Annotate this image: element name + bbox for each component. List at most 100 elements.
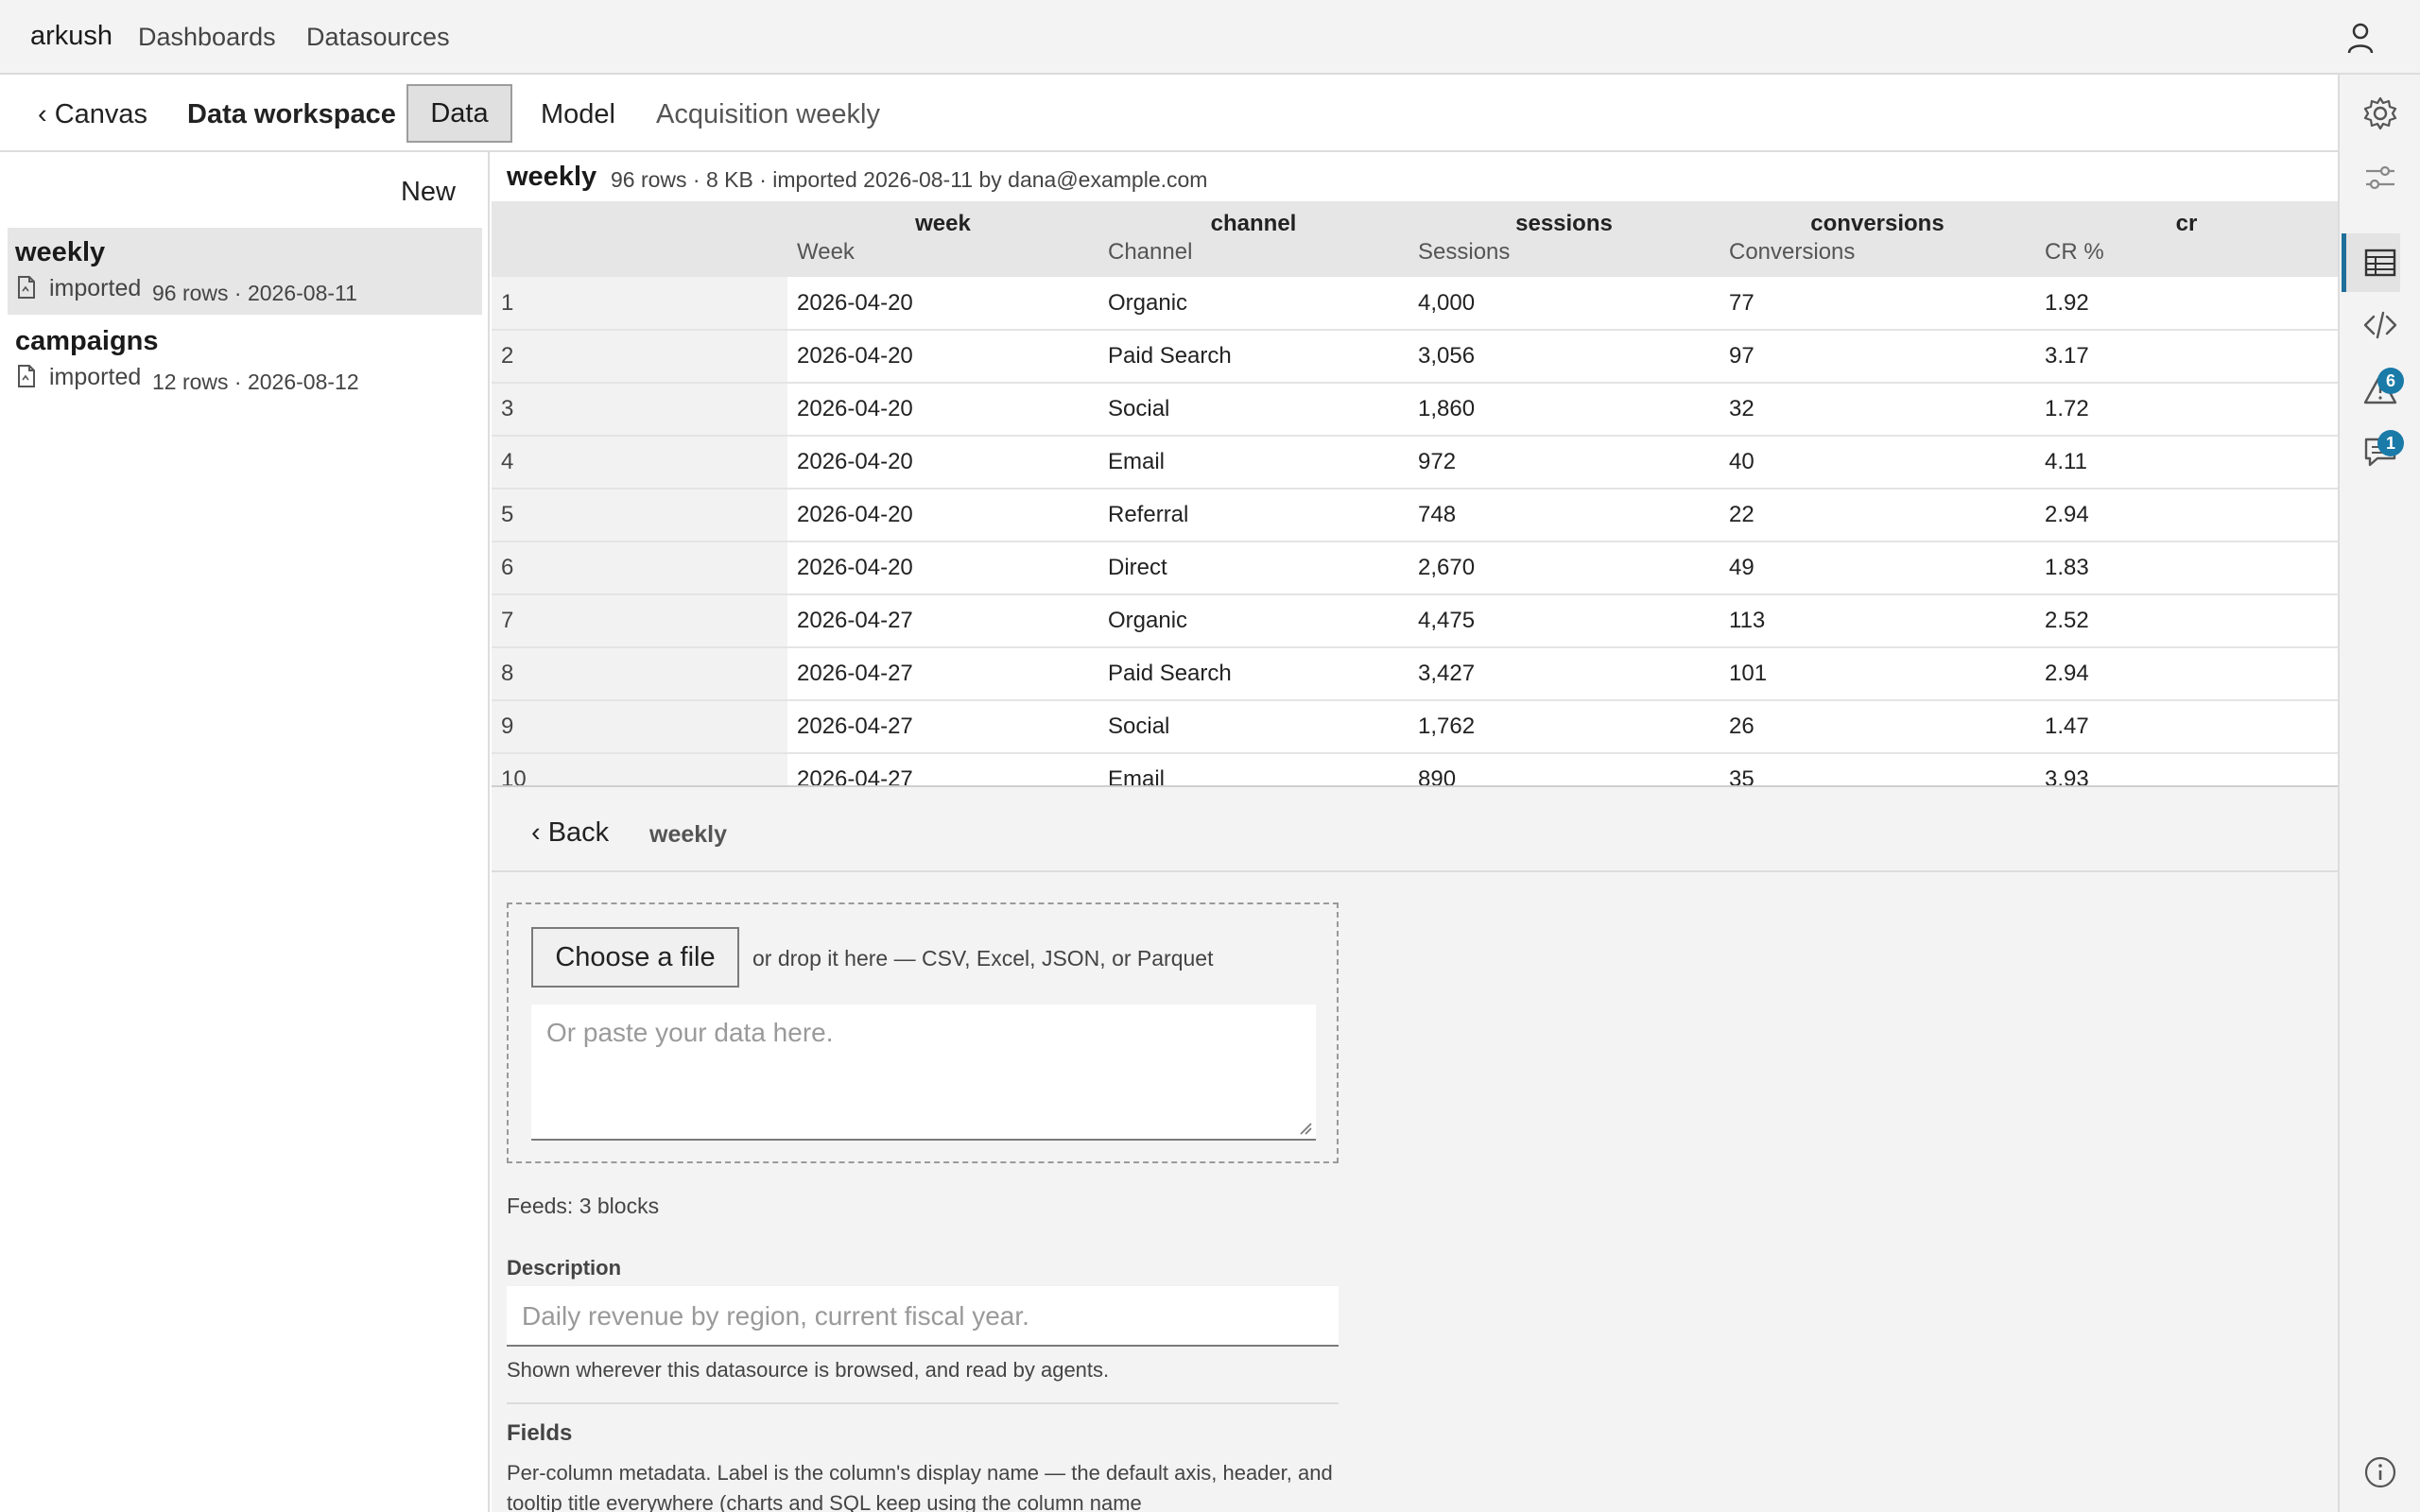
table-cell: 2026-04-27 <box>787 700 1098 754</box>
table-cell: 1.83 <box>2035 541 2338 595</box>
table-row[interactable]: 4 2026-04-20 Email 972 40 4.11 <box>492 436 2338 490</box>
table-cell: Direct <box>1098 541 1409 595</box>
row-number: 6 <box>492 541 787 595</box>
table-icon[interactable] <box>2362 245 2398 281</box>
column-header-conversions[interactable]: conversions Conversions <box>1720 201 2035 277</box>
data-table: week Week channel Channel sessions Sessions… <box>492 201 2338 785</box>
column-header-cr[interactable]: cr CR % <box>2035 201 2338 277</box>
column-header-sessions[interactable]: sessions Sessions <box>1409 201 1720 277</box>
table-cell: 77 <box>1720 277 2035 331</box>
gear-icon[interactable] <box>2362 95 2398 131</box>
table-cell: 2.94 <box>2035 647 2338 701</box>
file-icon <box>17 364 36 388</box>
table-cell: 4,000 <box>1409 277 1720 331</box>
datasource-meta: 96 rows · 2026-08-11 <box>152 281 357 305</box>
table-cell: Social <box>1098 700 1409 754</box>
divider <box>507 1402 1339 1404</box>
warning-count-badge: 6 <box>2377 368 2404 394</box>
info-icon[interactable] <box>2362 1454 2398 1490</box>
table-cell: 2026-04-20 <box>787 436 1098 490</box>
table-cell: 4,475 <box>1409 594 1720 648</box>
datasource-name: campaigns <box>15 326 159 356</box>
table-cell: 113 <box>1720 594 2035 648</box>
table-cell: Social <box>1098 383 1409 437</box>
comment-count-badge: 1 <box>2377 430 2404 456</box>
description-input[interactable]: Daily revenue by region, current fiscal … <box>507 1286 1339 1347</box>
breadcrumb-context: Acquisition weekly <box>656 99 880 129</box>
table-cell: Email <box>1098 436 1409 490</box>
table-cell: 2.94 <box>2035 489 2338 542</box>
row-number: 1 <box>492 277 787 331</box>
nav-datasources[interactable]: Datasources <box>306 23 450 52</box>
row-number: 2 <box>492 330 787 384</box>
canvas-back-link[interactable]: ‹ Canvas <box>38 99 147 130</box>
file-dropzone[interactable]: Choose a file or drop it here — CSV, Exc… <box>507 902 1339 1163</box>
table-cell: 49 <box>1720 541 2035 595</box>
table-row[interactable]: 1 2026-04-20 Organic 4,000 77 1.92 <box>492 277 2338 331</box>
choose-file-button[interactable]: Choose a file <box>531 927 739 988</box>
table-cell: 3.17 <box>2035 330 2338 384</box>
datasource-item-campaigns[interactable]: campaigns imported 12 rows · 2026-08-12 <box>8 317 482 404</box>
table-row[interactable]: 10 2026-04-27 Email 890 35 3.93 <box>492 753 2338 785</box>
table-cell: 3,056 <box>1409 330 1720 384</box>
file-icon <box>17 275 36 300</box>
feeds-count: Feeds: 3 blocks <box>507 1194 660 1218</box>
table-cell: Email <box>1098 753 1409 785</box>
table-row[interactable]: 7 2026-04-27 Organic 4,475 113 2.52 <box>492 594 2338 648</box>
new-datasource-button[interactable]: New <box>401 177 456 208</box>
table-cell: 101 <box>1720 647 2035 701</box>
table-header-row: week Week channel Channel sessions Sessions… <box>492 201 2338 277</box>
table-row[interactable]: 2 2026-04-20 Paid Search 3,056 97 3.17 <box>492 330 2338 384</box>
editor-header: ‹ Back weekly <box>492 787 2338 872</box>
table-row[interactable]: 6 2026-04-20 Direct 2,670 49 1.83 <box>492 541 2338 595</box>
table-cell: 2.52 <box>2035 594 2338 648</box>
code-icon[interactable] <box>2362 307 2398 343</box>
datasource-status: imported <box>49 364 142 390</box>
table-cell: 22 <box>1720 489 2035 542</box>
datasource-sidebar: New weekly imported 96 rows · 2026-08-11… <box>0 152 490 1512</box>
dropzone-hint: or drop it here — CSV, Excel, JSON, or P… <box>752 946 1214 971</box>
table-cell: 32 <box>1720 383 2035 437</box>
tab-model[interactable]: Model <box>541 99 615 130</box>
resize-grip-icon[interactable] <box>1299 1122 1312 1135</box>
table-cell: Organic <box>1098 594 1409 648</box>
datasource-item-weekly[interactable]: weekly imported 96 rows · 2026-08-11 <box>8 228 482 315</box>
row-number: 7 <box>492 594 787 648</box>
sliders-icon[interactable] <box>2362 160 2398 196</box>
table-cell: 1.47 <box>2035 700 2338 754</box>
description-help: Shown wherever this datasource is browse… <box>507 1358 1110 1382</box>
nav-dashboards[interactable]: Dashboards <box>138 23 276 52</box>
table-cell: 40 <box>1720 436 2035 490</box>
table-cell: Organic <box>1098 277 1409 331</box>
tab-data[interactable]: Data <box>406 84 512 143</box>
table-cell: 2026-04-27 <box>787 594 1098 648</box>
table-row[interactable]: 9 2026-04-27 Social 1,762 26 1.47 <box>492 700 2338 754</box>
brand-logo[interactable]: arkush <box>30 21 112 52</box>
back-button[interactable]: ‹ Back <box>531 817 609 849</box>
table-cell: 97 <box>1720 330 2035 384</box>
right-rail: 6 1 <box>2338 75 2420 1512</box>
main-panel: weekly 96 rows · 8 KB · imported 2026-08… <box>492 152 2338 1512</box>
table-cell: 1,860 <box>1409 383 1720 437</box>
datasource-status: imported <box>49 275 142 301</box>
data-table-scroll[interactable]: week Week channel Channel sessions Sessions… <box>492 201 2338 785</box>
column-header-week[interactable]: week Week <box>787 201 1098 277</box>
table-row[interactable]: 5 2026-04-20 Referral 748 22 2.94 <box>492 489 2338 542</box>
fields-title: Fields <box>507 1420 573 1446</box>
top-nav: arkush Dashboards Datasources <box>0 0 2420 75</box>
table-cell: 1,762 <box>1409 700 1720 754</box>
table-row[interactable]: 8 2026-04-27 Paid Search 3,427 101 2.94 <box>492 647 2338 701</box>
datasource-meta: 12 rows · 2026-08-12 <box>152 369 359 394</box>
table-cell: 972 <box>1409 436 1720 490</box>
datasource-meta: 96 rows · 8 KB · imported 2026-08-11 by … <box>611 167 1208 192</box>
row-number: 4 <box>492 436 787 490</box>
table-row[interactable]: 3 2026-04-20 Social 1,860 32 1.72 <box>492 383 2338 437</box>
workspace-header: ‹ Canvas Data workspace Data Model Acqui… <box>0 75 2338 152</box>
user-icon[interactable] <box>2344 21 2377 55</box>
table-cell: 2026-04-27 <box>787 647 1098 701</box>
description-label: Description <box>507 1256 622 1280</box>
paste-data-textarea[interactable]: Or paste your data here. <box>531 1005 1316 1141</box>
column-header-channel[interactable]: channel Channel <box>1098 201 1409 277</box>
table-cell: 3,427 <box>1409 647 1720 701</box>
table-cell: 748 <box>1409 489 1720 542</box>
